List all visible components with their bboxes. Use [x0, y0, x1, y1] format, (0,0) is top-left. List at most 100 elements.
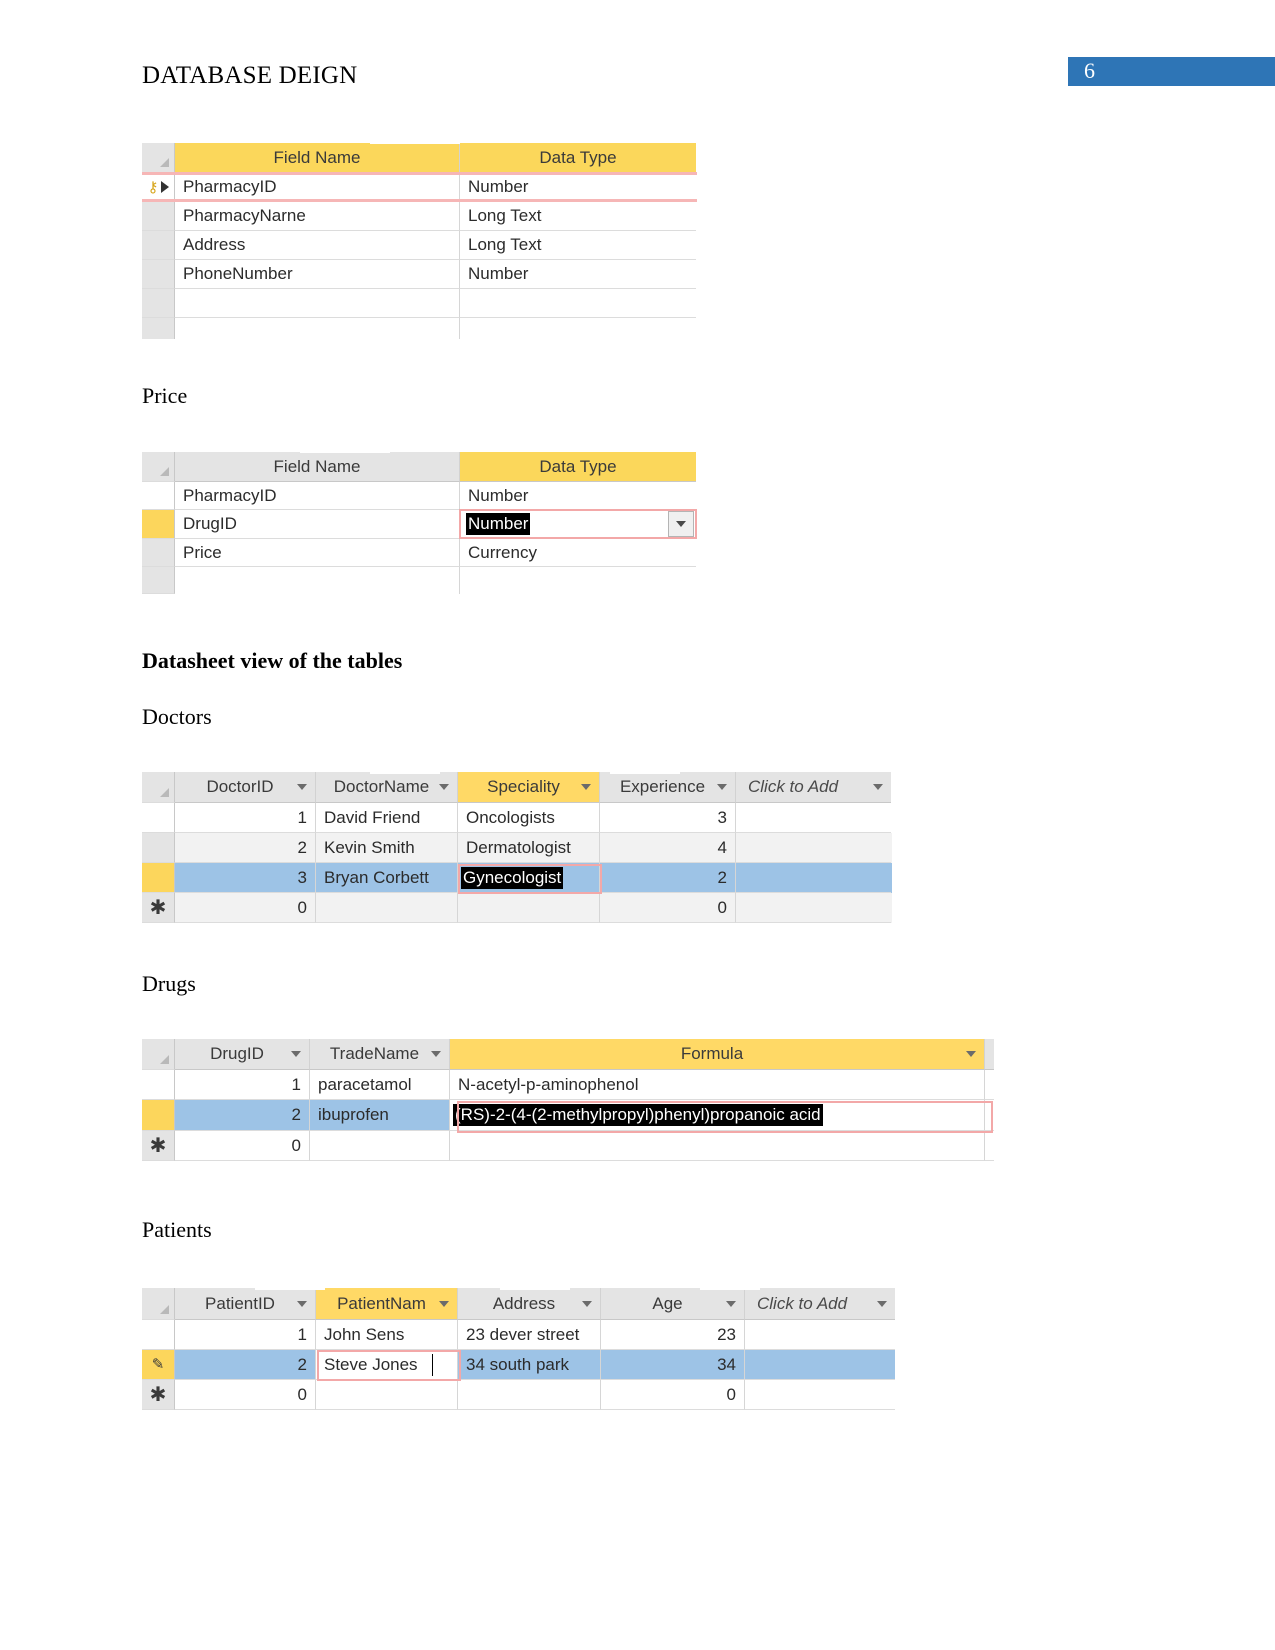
- chevron-down-icon[interactable]: [581, 784, 591, 790]
- row-selector[interactable]: [142, 318, 175, 339]
- table-row-new-record[interactable]: ✱ 0: [142, 1131, 994, 1161]
- data-type-cell[interactable]: Number: [460, 482, 696, 510]
- column-header-drugid[interactable]: DrugID: [175, 1039, 310, 1070]
- table-row-selected[interactable]: ✎ 2 Steve Jones 34 south park 34: [142, 1350, 895, 1380]
- grid-row-empty[interactable]: [142, 567, 697, 594]
- field-name-cell[interactable]: Price: [175, 539, 460, 567]
- column-header-click-to-add[interactable]: Click to Add: [736, 772, 891, 803]
- table-row[interactable]: 1 David Friend Oncologists 3: [142, 803, 892, 833]
- data-type-cell[interactable]: Number: [460, 173, 696, 202]
- cell-add[interactable]: [736, 833, 891, 863]
- column-header-tradename[interactable]: TradeName: [310, 1039, 450, 1070]
- column-header-overflow[interactable]: [985, 1039, 994, 1070]
- cell-patientname[interactable]: John Sens: [316, 1320, 458, 1350]
- row-selector-current[interactable]: [142, 1100, 175, 1131]
- data-type-dropdown-button[interactable]: [668, 511, 694, 537]
- cell-experience[interactable]: 0: [600, 893, 736, 923]
- chevron-down-icon[interactable]: [431, 1051, 441, 1057]
- select-all-corner[interactable]: [142, 452, 175, 482]
- datasheet-patients[interactable]: PatientID PatientNam Address Age Click t…: [142, 1288, 895, 1411]
- cell-formula[interactable]: N-acetyl-p-aminophenol: [450, 1070, 985, 1100]
- row-selector[interactable]: [142, 539, 175, 567]
- chevron-down-icon[interactable]: [966, 1051, 976, 1057]
- field-name-cell[interactable]: DrugID: [175, 510, 460, 539]
- cell-add[interactable]: [736, 803, 891, 833]
- column-header-field-name[interactable]: Field Name: [175, 143, 460, 173]
- column-header-doctorname[interactable]: DoctorName: [316, 772, 458, 803]
- cell-add[interactable]: [736, 893, 891, 923]
- cell-age[interactable]: 23: [601, 1320, 745, 1350]
- cell-patientid[interactable]: 2: [175, 1350, 316, 1380]
- select-all-corner[interactable]: [142, 1039, 175, 1070]
- chevron-down-icon[interactable]: [717, 784, 727, 790]
- cell-tradename[interactable]: paracetamol: [310, 1070, 450, 1100]
- column-header-data-type[interactable]: Data Type: [460, 143, 696, 173]
- row-selector[interactable]: [142, 567, 175, 594]
- field-name-cell[interactable]: [175, 318, 460, 339]
- cell-doctorname[interactable]: David Friend: [316, 803, 458, 833]
- cell-patientid[interactable]: 1: [175, 1320, 316, 1350]
- column-header-formula[interactable]: Formula: [450, 1039, 985, 1070]
- chevron-down-icon[interactable]: [439, 1300, 449, 1307]
- chevron-down-icon[interactable]: [297, 784, 307, 790]
- data-type-cell[interactable]: [460, 318, 696, 339]
- cell-doctorid[interactable]: 2: [175, 833, 316, 863]
- row-selector-editing[interactable]: ✎: [142, 1350, 175, 1380]
- chevron-down-icon[interactable]: [439, 784, 449, 790]
- cell-speciality[interactable]: Oncologists: [458, 803, 600, 833]
- design-grid-pharmacy[interactable]: Field Name Data Type ⚷ PharmacyID Number…: [142, 143, 697, 339]
- field-name-cell[interactable]: [175, 567, 460, 594]
- grid-row[interactable]: PhoneNumber Number: [142, 260, 697, 289]
- cell-drugid[interactable]: 0: [175, 1131, 310, 1161]
- cell-add[interactable]: [745, 1320, 895, 1350]
- row-selector[interactable]: [142, 803, 175, 833]
- chevron-down-icon[interactable]: [291, 1051, 301, 1057]
- cell-doctorname[interactable]: [316, 893, 458, 923]
- cell-doctorid[interactable]: 1: [175, 803, 316, 833]
- row-selector-new[interactable]: ✱: [142, 893, 175, 923]
- data-type-cell[interactable]: Currency: [460, 539, 696, 567]
- cell-address[interactable]: 34 south park: [458, 1350, 601, 1380]
- select-all-corner[interactable]: [142, 772, 175, 803]
- chevron-down-icon[interactable]: [726, 1300, 736, 1307]
- column-header-address[interactable]: Address: [458, 1288, 601, 1320]
- cell-tradename[interactable]: ibuprofen: [310, 1100, 450, 1131]
- column-header-experience[interactable]: Experience: [600, 772, 736, 803]
- row-selector[interactable]: [142, 202, 175, 231]
- cell-speciality[interactable]: Dermatologist: [458, 833, 600, 863]
- column-header-speciality[interactable]: Speciality: [458, 772, 600, 803]
- row-selector[interactable]: [142, 482, 175, 510]
- grid-row-empty[interactable]: [142, 318, 697, 339]
- field-name-cell[interactable]: PhoneNumber: [175, 260, 460, 289]
- cell-address[interactable]: [458, 1380, 601, 1410]
- chevron-down-icon[interactable]: [873, 784, 883, 790]
- column-header-patientid[interactable]: PatientID: [175, 1288, 316, 1320]
- chevron-down-icon[interactable]: [877, 1300, 887, 1307]
- datasheet-drugs[interactable]: DrugID TradeName Formula 1 paracetamol N…: [142, 1039, 994, 1161]
- field-name-cell[interactable]: PharmacyNarne: [175, 202, 460, 231]
- grid-row[interactable]: PharmacyID Number: [142, 482, 697, 510]
- cell-experience[interactable]: 3: [600, 803, 736, 833]
- table-row[interactable]: 1 John Sens 23 dever street 23: [142, 1320, 895, 1350]
- row-selector[interactable]: [142, 1070, 175, 1100]
- cell-add[interactable]: [736, 863, 891, 893]
- row-selector[interactable]: [142, 289, 175, 318]
- field-name-cell[interactable]: Address: [175, 231, 460, 260]
- column-header-age[interactable]: Age: [601, 1288, 745, 1320]
- table-row[interactable]: 2 Kevin Smith Dermatologist 4: [142, 833, 892, 863]
- row-selector[interactable]: [142, 260, 175, 289]
- cell-drugid[interactable]: 2: [175, 1100, 310, 1131]
- cell-doctorid[interactable]: 3: [175, 863, 316, 893]
- data-type-cell[interactable]: Number: [460, 260, 696, 289]
- select-all-corner[interactable]: [142, 1288, 175, 1320]
- column-header-data-type[interactable]: Data Type: [460, 452, 696, 482]
- field-name-cell[interactable]: [175, 289, 460, 318]
- data-type-cell[interactable]: Long Text: [460, 231, 696, 260]
- column-header-click-to-add[interactable]: Click to Add: [745, 1288, 895, 1320]
- cell-drugid[interactable]: 1: [175, 1070, 310, 1100]
- datasheet-doctors[interactable]: DoctorID DoctorName Speciality Experienc…: [142, 772, 892, 925]
- chevron-down-icon[interactable]: [297, 1300, 307, 1307]
- select-all-corner[interactable]: [142, 143, 175, 173]
- row-selector-new[interactable]: ✱: [142, 1131, 175, 1161]
- cell-speciality[interactable]: [458, 893, 600, 923]
